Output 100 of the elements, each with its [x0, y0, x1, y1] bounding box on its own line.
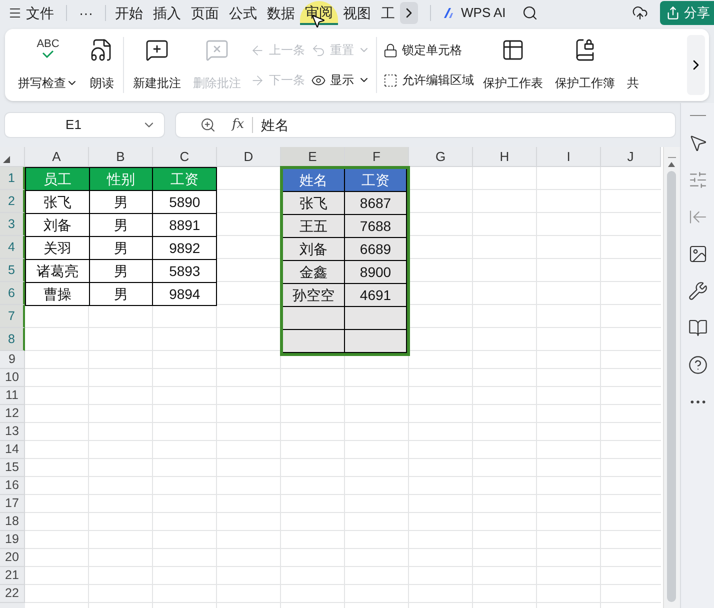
ribbon-tab[interactable]: 工 [376, 1, 400, 25]
table-cell: 7688 [345, 215, 407, 238]
scroll-tabs-button[interactable] [400, 2, 418, 24]
table-cell: 8900 [345, 261, 407, 284]
ribbon-tab[interactable]: 开始 [110, 1, 148, 25]
ribbon-tab[interactable]: 页面 [186, 1, 224, 25]
sliders-icon[interactable] [688, 170, 708, 190]
header-cell: 性别 [90, 168, 154, 191]
table-cell: 5893 [153, 260, 217, 283]
table-cell: 诸葛亮 [26, 260, 90, 283]
row-header[interactable]: 7 [0, 305, 25, 328]
table-cell: 刘备 [283, 238, 345, 261]
dashed-square-icon [383, 72, 398, 88]
file-menu[interactable]: 文件 [0, 2, 62, 24]
ribbon-button[interactable]: 保护工作簿 [552, 35, 618, 95]
ribbon-button[interactable]: 新建批注 [130, 35, 184, 95]
column-header[interactable]: A [25, 147, 89, 167]
formula-input[interactable]: fx 姓名 [175, 112, 676, 138]
column-header[interactable]: I [537, 147, 601, 167]
header-cell: 员工 [26, 168, 90, 191]
row-header[interactable]: 15 [0, 459, 25, 477]
column-header[interactable]: G [409, 147, 473, 167]
column-header[interactable]: C [153, 147, 217, 167]
function-label[interactable]: fx [232, 115, 244, 135]
column-header[interactable]: B [89, 147, 153, 167]
ribbon-button[interactable]: 保护工作表 [480, 35, 546, 95]
row-header[interactable]: 3 [0, 213, 25, 236]
ribbon-button[interactable]: ABC 拼写检查 [15, 35, 81, 95]
column-header[interactable]: J [601, 147, 661, 167]
help-icon[interactable] [688, 355, 708, 375]
row-header[interactable]: 11 [0, 387, 25, 405]
row-header[interactable]: 2 [0, 190, 25, 213]
table-cell: 9892 [153, 237, 217, 260]
cloud-upload-icon[interactable] [632, 5, 648, 21]
image-icon[interactable] [688, 244, 708, 264]
ai-button[interactable]: WPS AI [443, 3, 506, 23]
row-header[interactable]: 1 [0, 167, 25, 190]
ai-logo-icon [443, 7, 455, 19]
table-cell: 男 [90, 283, 154, 306]
ribbon-tab[interactable]: 插入 [148, 1, 186, 25]
row-header[interactable]: 22 [0, 585, 25, 603]
column-header[interactable]: D [217, 147, 281, 167]
row-header[interactable]: 4 [0, 236, 25, 259]
row-header[interactable]: 16 [0, 477, 25, 495]
row-header[interactable]: 17 [0, 495, 25, 513]
column-header[interactable]: E [281, 147, 345, 167]
name-box[interactable]: E1 [4, 112, 165, 138]
ribbon-tab[interactable]: 数据 [262, 1, 300, 25]
table-cell: 关羽 [26, 237, 90, 260]
check-icon [42, 50, 54, 58]
header-cell: 姓名 [283, 169, 345, 192]
row-header[interactable]: 13 [0, 423, 25, 441]
ribbon-tab[interactable]: 公式 [224, 1, 262, 25]
table-cell: 张飞 [26, 191, 90, 214]
header-cell: 工资 [153, 168, 217, 191]
table-cell: 9894 [153, 283, 217, 306]
table-cell: 张飞 [283, 192, 345, 215]
table-cell: 4691 [345, 284, 407, 307]
column-header[interactable]: H [473, 147, 537, 167]
table-cell: 8687 [345, 192, 407, 215]
comment-plus-icon [145, 38, 169, 62]
table-cell: 男 [90, 214, 154, 237]
scroll-up-icon [668, 162, 676, 167]
row-header[interactable]: 10 [0, 369, 25, 387]
book-icon[interactable] [688, 318, 708, 338]
ribbon-tab[interactable]: 视图 [338, 1, 376, 25]
select-all-icon [3, 156, 10, 163]
row-header[interactable]: 12 [0, 405, 25, 423]
row-header[interactable]: 9 [0, 351, 25, 369]
vertical-scrollbar[interactable] [662, 147, 680, 608]
spell-check-icon-text: ABC [36, 38, 60, 50]
more-button[interactable]: ··· [71, 2, 101, 24]
row-header[interactable]: 8 [0, 328, 25, 351]
row-header[interactable]: 18 [0, 513, 25, 531]
row-header[interactable]: 20 [0, 549, 25, 567]
row-header[interactable]: 5 [0, 259, 25, 282]
share-button[interactable]: 分享 [660, 1, 714, 25]
table-cell: 曹操 [26, 283, 90, 306]
ribbon-tab[interactable]: 审阅 [300, 1, 338, 25]
zoom-icon [200, 117, 216, 133]
comment-x-icon [205, 38, 229, 62]
ribbon-button[interactable]: 共 [624, 35, 642, 95]
table-cell: 6689 [345, 238, 407, 261]
row-header[interactable]: 6 [0, 282, 25, 305]
row-header[interactable]: 19 [0, 531, 25, 549]
row-header[interactable]: 14 [0, 441, 25, 459]
table-cell: 孙空空 [283, 284, 345, 307]
table-cell: 刘备 [26, 214, 90, 237]
wrench-icon[interactable] [688, 281, 708, 301]
row-header[interactable]: 21 [0, 567, 25, 585]
ribbon-button[interactable]: 锁定单元格 [383, 39, 474, 61]
table-cell: 金鑫 [283, 261, 345, 284]
table-cell: 男 [90, 237, 154, 260]
ribbon-button[interactable]: 朗读 [87, 35, 117, 95]
search-icon[interactable] [522, 5, 538, 21]
undo-icon [311, 42, 326, 58]
ribbon-button[interactable]: 显示 [311, 69, 370, 91]
column-header[interactable]: F [345, 147, 409, 167]
ribbon-button[interactable]: 允许编辑区域 [383, 69, 474, 91]
header-cell: 工资 [345, 169, 407, 192]
